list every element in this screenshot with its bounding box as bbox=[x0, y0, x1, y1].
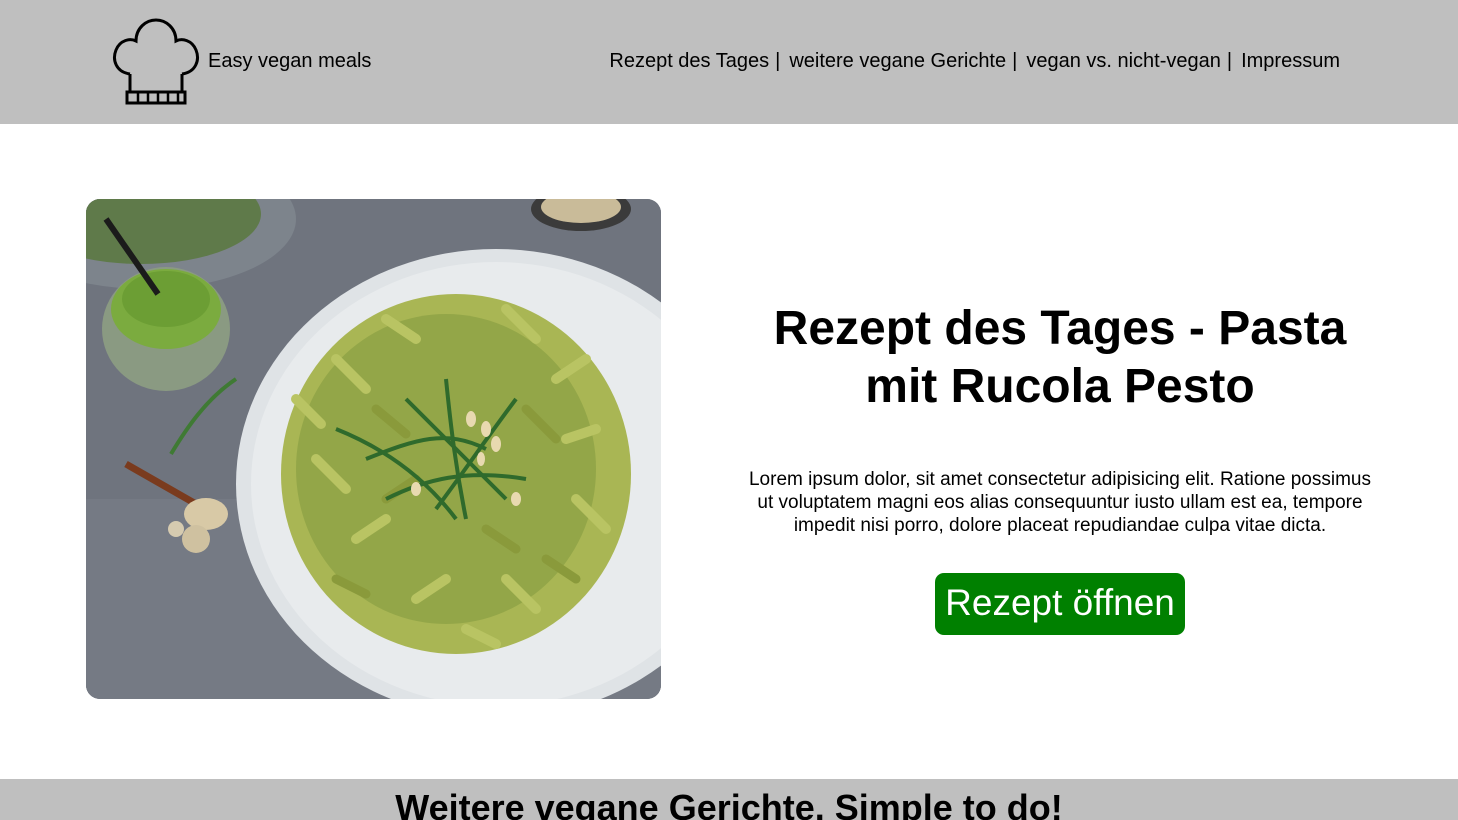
hero-content: Rezept des Tages - Pasta mit Rucola Pest… bbox=[740, 300, 1380, 635]
chef-hat-icon[interactable] bbox=[110, 16, 202, 106]
open-recipe-button[interactable]: Rezept öffnen bbox=[935, 573, 1185, 635]
hero-image bbox=[86, 199, 661, 699]
nav-vegan-vs-nicht-vegan[interactable]: vegan vs. nicht-vegan bbox=[1026, 50, 1221, 72]
main-nav: Rezept des Tages | weitere vegane Gerich… bbox=[609, 50, 1340, 72]
site-header: Easy vegan meals Rezept des Tages | weit… bbox=[0, 0, 1458, 124]
nav-separator: | bbox=[1226, 50, 1233, 72]
brand-name[interactable]: Easy vegan meals bbox=[208, 50, 371, 72]
more-recipes-section: Weitere vegane Gerichte. Simple to do! bbox=[0, 779, 1458, 820]
nav-rezept-des-tages[interactable]: Rezept des Tages bbox=[609, 50, 769, 72]
more-recipes-heading: Weitere vegane Gerichte. Simple to do! bbox=[395, 787, 1063, 820]
recipe-description: Lorem ipsum dolor, sit amet consectetur … bbox=[748, 469, 1371, 536]
nav-impressum[interactable]: Impressum bbox=[1241, 50, 1340, 72]
nav-separator: | bbox=[775, 50, 781, 72]
nav-separator: | bbox=[1012, 50, 1018, 72]
recipe-title: Rezept des Tages - Pasta mit Rucola Pest… bbox=[773, 302, 1347, 413]
nav-weitere-gerichte[interactable]: weitere vegane Gerichte bbox=[789, 50, 1006, 72]
